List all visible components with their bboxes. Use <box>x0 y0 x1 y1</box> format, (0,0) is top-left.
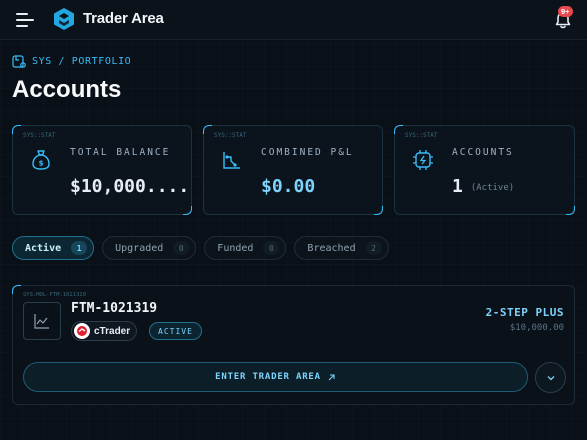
account-size: $10,000.00 <box>509 323 564 333</box>
tab-label: Active <box>25 242 62 254</box>
account-filter-tabs: Active 1 Upgraded 0 Funded 0 Breached 2 <box>12 236 389 260</box>
tab-active[interactable]: Active 1 <box>12 236 95 260</box>
account-chart-thumb <box>23 302 61 340</box>
account-card: SYS:MOL-FTM-1021319 FTM-1021319 cTrader … <box>12 285 575 405</box>
svg-text:$: $ <box>39 160 44 168</box>
money-bag-icon: $ <box>32 150 50 170</box>
stat-label: ACCOUNTS <box>452 147 514 158</box>
platform-badge: cTrader <box>71 321 138 341</box>
top-bar: Trader Area 9+ <box>0 0 587 40</box>
stat-value: $0.00 <box>261 176 316 197</box>
breadcrumb-text[interactable]: SYS / PORTFOLIO <box>32 56 131 67</box>
stat-tag: SYS::STAT <box>23 132 56 139</box>
account-id: FTM-1021319 <box>71 301 158 316</box>
trend-chart-icon <box>34 314 49 329</box>
page-title: Accounts <box>12 76 122 103</box>
tab-funded[interactable]: Funded 0 <box>204 236 287 260</box>
tab-count: 0 <box>173 241 190 255</box>
stat-sub: (Active) <box>470 183 515 193</box>
tab-upgraded[interactable]: Upgraded 0 <box>102 236 197 260</box>
chart-icon <box>223 152 240 169</box>
stat-tag: SYS::STAT <box>405 132 438 139</box>
chip-icon <box>413 150 433 170</box>
arrow-up-right-icon <box>328 373 335 380</box>
tab-count: 1 <box>71 241 88 255</box>
account-tag: SYS:MOL-FTM-1021319 <box>23 292 86 298</box>
notification-badge: 9+ <box>558 6 573 17</box>
chevron-down-icon <box>547 375 554 380</box>
breadcrumb: SYS / PORTFOLIO <box>12 54 131 68</box>
logo-icon <box>54 8 74 30</box>
stat-value-number: 1 <box>452 176 463 197</box>
stat-card-total-balance: SYS::STAT $ TOTAL BALANCE $10,000.... <box>12 125 192 215</box>
expand-button[interactable] <box>535 362 566 393</box>
platform-name: cTrader <box>94 325 131 337</box>
brand-name: Trader Area <box>83 10 164 27</box>
ctrader-logo-icon <box>74 323 90 339</box>
tab-count: 0 <box>263 241 280 255</box>
tab-count: 2 <box>365 241 382 255</box>
enter-button-label: ENTER TRADER AREA <box>215 372 321 382</box>
wallet-icon <box>12 55 26 68</box>
stat-value: 1 (Active) <box>452 176 514 197</box>
stat-label: COMBINED P&L <box>261 147 354 158</box>
enter-trader-area-button[interactable]: ENTER TRADER AREA <box>23 362 528 392</box>
tab-label: Upgraded <box>115 242 164 254</box>
plan-name: 2-STEP PLUS <box>485 306 564 319</box>
tab-label: Funded <box>217 242 254 254</box>
status-badge: ACTIVE <box>149 322 202 340</box>
tab-label: Breached <box>307 242 356 254</box>
stat-card-accounts: SYS::STAT ACCOUNTS 1 (Active) <box>394 125 575 215</box>
stat-card-combined-pnl: SYS::STAT COMBINED P&L $0.00 <box>203 125 383 215</box>
stat-label: TOTAL BALANCE <box>70 147 171 158</box>
menu-icon[interactable] <box>16 11 36 29</box>
stat-tag: SYS::STAT <box>214 132 247 139</box>
stat-value: $10,000.... <box>70 176 190 197</box>
tab-breached[interactable]: Breached 2 <box>294 236 389 260</box>
